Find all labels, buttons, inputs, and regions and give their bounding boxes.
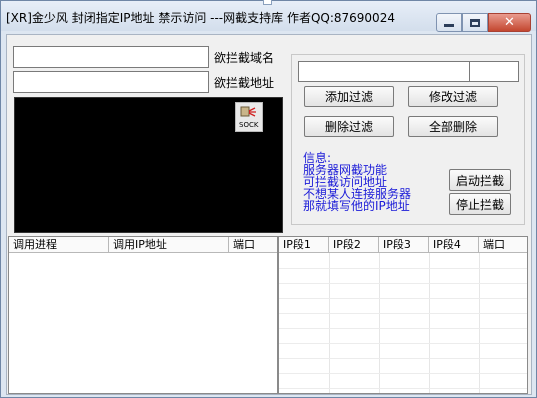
stop-intercept-button[interactable]: 停止拦截 bbox=[449, 193, 511, 215]
grid-line bbox=[279, 313, 527, 314]
close-icon: ✕ bbox=[504, 15, 515, 30]
delete-filter-button[interactable]: 删除过滤 bbox=[304, 116, 394, 137]
title-bar[interactable]: [XR]金少风 封闭指定IP地址 禁示访问 ---网截支持库 作者QQ:8769… bbox=[1, 0, 536, 32]
column-header-process[interactable]: 调用进程 bbox=[9, 237, 109, 253]
modify-filter-button[interactable]: 修改过滤 bbox=[408, 86, 498, 107]
domain-input[interactable] bbox=[13, 46, 209, 68]
column-header-ip-seg-1[interactable]: IP段1 bbox=[279, 237, 329, 253]
info-line-4: 那就填写他的IP地址 bbox=[303, 199, 410, 213]
svg-text:SOCK: SOCK bbox=[239, 121, 259, 129]
grid-line bbox=[279, 328, 527, 329]
add-filter-button[interactable]: 添加过滤 bbox=[304, 86, 394, 107]
app-window: [XR]金少风 封闭指定IP地址 禁示访问 ---网截支持库 作者QQ:8769… bbox=[0, 0, 537, 398]
grid-line bbox=[279, 373, 527, 374]
domain-label: 欲拦截域名 bbox=[214, 51, 275, 65]
start-intercept-button[interactable]: 启动拦截 bbox=[449, 169, 511, 191]
grid-line bbox=[279, 268, 527, 269]
column-header-ip-seg-3[interactable]: IP段3 bbox=[379, 237, 429, 253]
sock-icon-graphic: SOCK bbox=[239, 106, 259, 129]
column-header-ip[interactable]: 调用IP地址 bbox=[109, 237, 229, 253]
close-button[interactable]: ✕ bbox=[488, 13, 531, 32]
column-header-ip-seg-4[interactable]: IP段4 bbox=[429, 237, 479, 253]
grid-line bbox=[479, 253, 480, 393]
grid-line bbox=[429, 253, 430, 393]
grid-line bbox=[279, 298, 527, 299]
maximize-button[interactable] bbox=[462, 13, 488, 32]
grid-line bbox=[279, 388, 527, 389]
window-title: [XR]金少风 封闭指定IP地址 禁示访问 ---网截支持库 作者QQ:8769… bbox=[6, 11, 395, 25]
delete-all-button[interactable]: 全部删除 bbox=[408, 116, 498, 137]
grid-line bbox=[329, 253, 330, 393]
client-area: 欲拦截域名 欲拦截地址 SOCK 添加过滤 修改过滤 删除过滤 全部删除 信息:… bbox=[6, 34, 532, 395]
ip-input[interactable] bbox=[13, 71, 209, 93]
grid-line bbox=[279, 283, 527, 284]
minimize-button[interactable] bbox=[436, 13, 462, 32]
ip-range-list[interactable]: IP段1 IP段2 IP段3 IP段4 端口 bbox=[278, 236, 528, 394]
filter-input-left[interactable] bbox=[298, 61, 470, 82]
maximize-icon bbox=[470, 18, 480, 27]
filter-input-right[interactable] bbox=[469, 61, 519, 82]
minimize-icon bbox=[444, 23, 454, 27]
sock-icon[interactable]: SOCK bbox=[235, 102, 263, 132]
column-header-port[interactable]: 端口 bbox=[229, 237, 277, 253]
process-list[interactable]: 调用进程 调用IP地址 端口 bbox=[8, 236, 278, 394]
column-header-ip-seg-2[interactable]: IP段2 bbox=[329, 237, 379, 253]
grid-line bbox=[279, 358, 527, 359]
grid-line bbox=[379, 253, 380, 393]
ip-label: 欲拦截地址 bbox=[214, 76, 275, 90]
title-notch bbox=[263, 0, 272, 5]
column-header-range-port[interactable]: 端口 bbox=[479, 237, 527, 253]
grid-line bbox=[279, 343, 527, 344]
